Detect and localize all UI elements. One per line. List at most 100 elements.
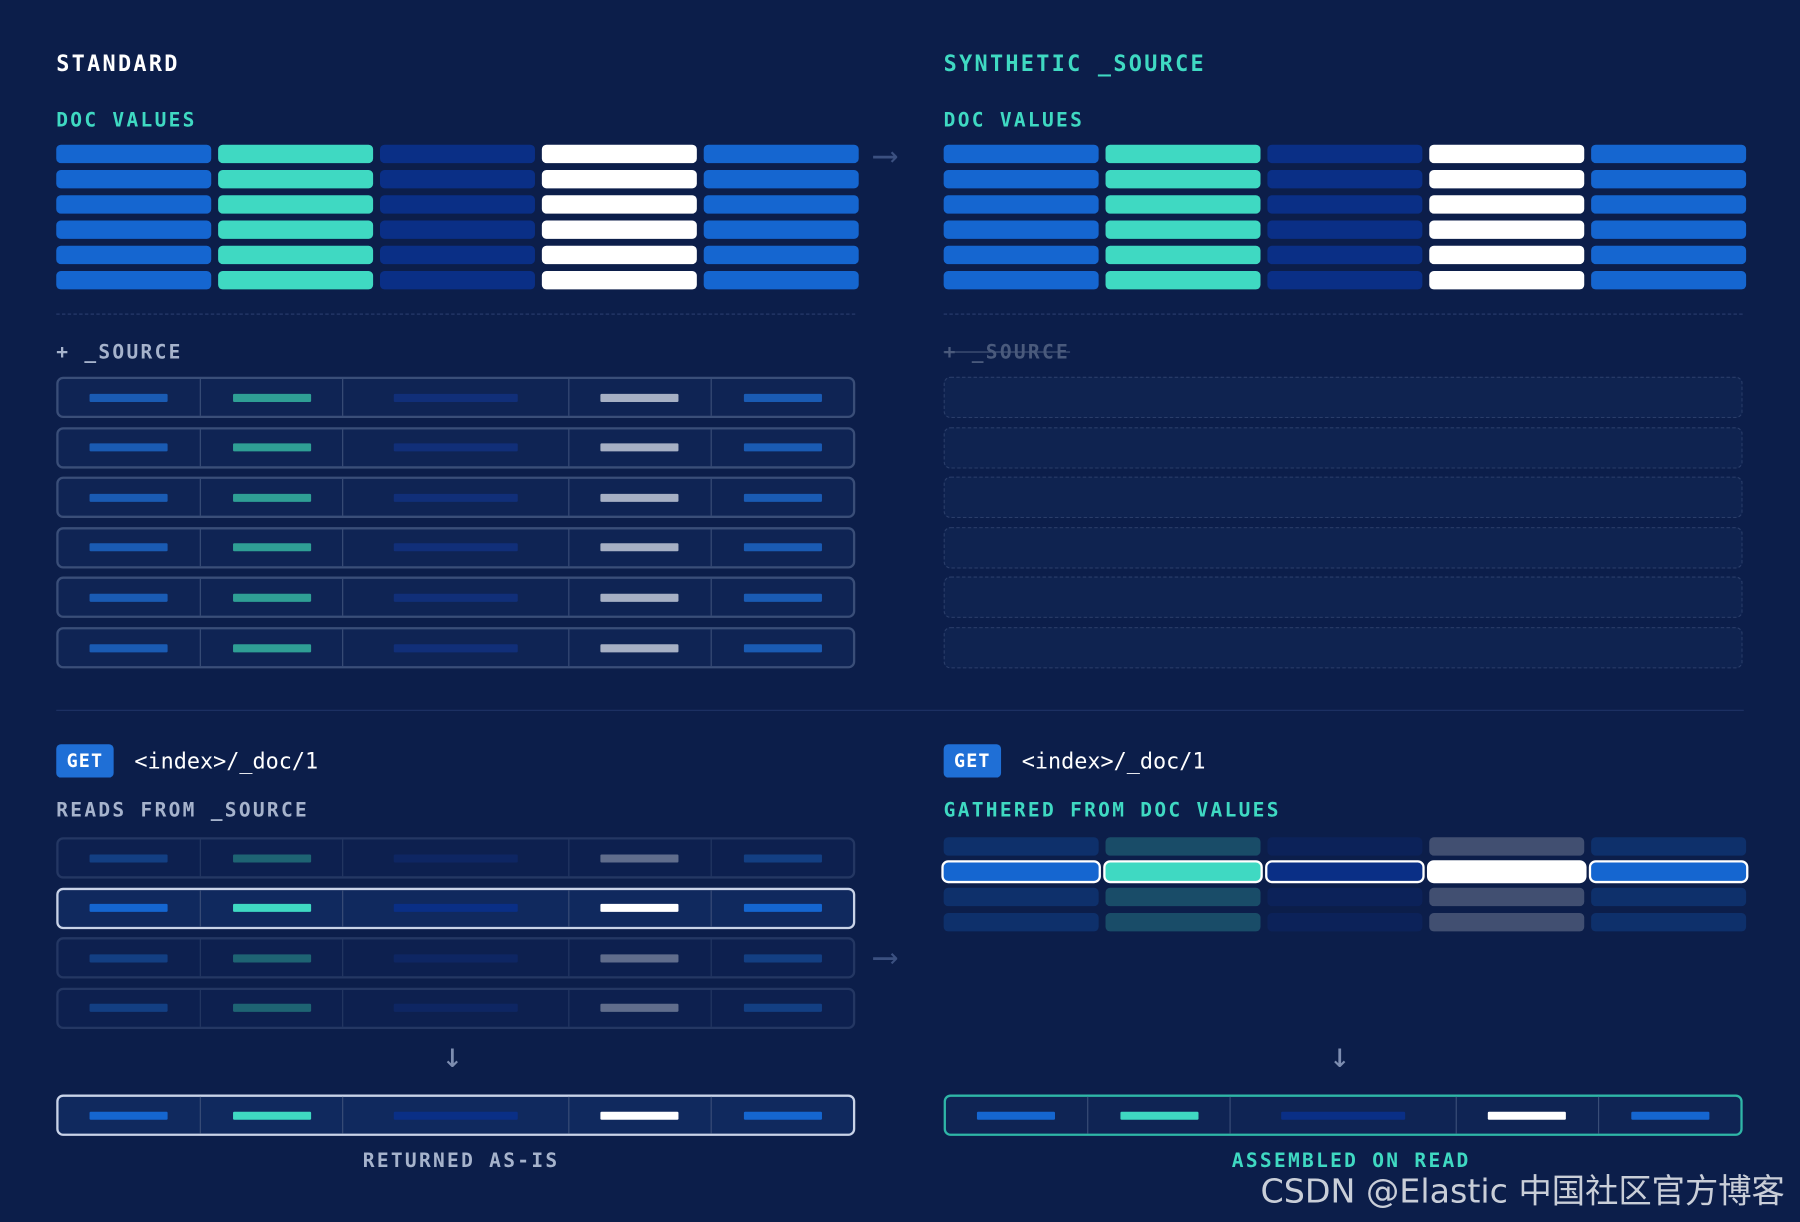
source-field-mark bbox=[89, 903, 169, 913]
source-field-cell bbox=[201, 379, 344, 416]
source-field-mark bbox=[393, 443, 518, 452]
source-field-mark bbox=[393, 543, 518, 552]
doc-value-bar bbox=[943, 195, 1099, 214]
doc-values-column bbox=[1591, 144, 1747, 290]
source-field-mark bbox=[232, 443, 311, 452]
source-field-cell bbox=[569, 939, 713, 977]
doc-value-bar bbox=[1105, 195, 1261, 214]
source-field-mark bbox=[743, 593, 822, 602]
source-field-cell bbox=[344, 379, 569, 416]
gathered-doc-values-column bbox=[941, 837, 1101, 932]
doc-value-bar bbox=[1267, 245, 1423, 265]
selected-doc-value bbox=[1103, 860, 1263, 884]
doc-value-bar bbox=[1105, 913, 1261, 932]
source-field-mark bbox=[600, 543, 679, 552]
source-field-cell bbox=[712, 379, 853, 416]
doc-value-bar bbox=[1105, 887, 1261, 907]
source-field-cell bbox=[569, 889, 713, 927]
source-field-mark bbox=[1119, 1111, 1199, 1120]
doc-value-bar bbox=[703, 144, 859, 164]
doc-value-bar bbox=[1429, 837, 1585, 856]
empty-source-slot bbox=[943, 526, 1743, 569]
source-field-cell bbox=[569, 579, 713, 617]
source-field-mark bbox=[1488, 1111, 1567, 1120]
source-field-cell bbox=[201, 529, 344, 566]
doc-value-bar bbox=[1105, 271, 1261, 290]
source-field-cell bbox=[344, 939, 569, 977]
doc-value-bar bbox=[943, 220, 1099, 239]
source-field-mark bbox=[1630, 1111, 1709, 1120]
gathered-doc-values-column bbox=[1588, 837, 1749, 932]
source-field-mark bbox=[743, 954, 822, 963]
left-get-badge: GET bbox=[56, 744, 114, 778]
source-field-cell bbox=[59, 529, 201, 566]
doc-value-bar bbox=[379, 245, 535, 265]
source-field-mark bbox=[232, 903, 311, 913]
doc-value-bar bbox=[541, 169, 697, 189]
source-field-cell bbox=[712, 890, 853, 927]
source-field-mark bbox=[232, 853, 311, 862]
down-arrow-icon-right: ↓ bbox=[1329, 1035, 1351, 1077]
source-field-cell bbox=[1456, 1096, 1600, 1134]
doc-value-bar bbox=[1105, 245, 1261, 265]
source-field-mark bbox=[743, 903, 822, 913]
doc-value-bar bbox=[541, 220, 697, 239]
reads-from-source-label: READS FROM _SOURCE bbox=[56, 799, 310, 823]
source-field-cell bbox=[569, 989, 713, 1027]
doc-value-bar bbox=[1429, 913, 1585, 932]
source-field-mark bbox=[232, 493, 311, 502]
right-get-path: <index>/_doc/1 bbox=[1021, 748, 1206, 775]
assembled-source-row bbox=[943, 1094, 1743, 1136]
source-field-cell bbox=[344, 579, 569, 617]
doc-values-column bbox=[1429, 144, 1585, 290]
source-field-mark bbox=[600, 443, 679, 452]
source-field-mark bbox=[600, 393, 679, 402]
doc-value-bar bbox=[943, 271, 1099, 290]
doc-value-bar bbox=[1105, 144, 1261, 164]
source-field-cell bbox=[344, 839, 569, 877]
source-field-cell bbox=[712, 1097, 853, 1134]
source-field-mark bbox=[600, 903, 679, 913]
right-divider bbox=[943, 313, 1743, 315]
source-field-cell bbox=[59, 1096, 201, 1134]
source-field-cell bbox=[569, 1096, 713, 1134]
source-field-cell bbox=[712, 579, 853, 616]
source-field-cell bbox=[712, 840, 853, 877]
source-field-mark bbox=[743, 643, 822, 652]
doc-value-bar bbox=[1267, 913, 1423, 932]
doc-value-bar bbox=[703, 220, 859, 239]
doc-value-bar bbox=[56, 169, 212, 189]
source-row bbox=[56, 526, 856, 569]
doc-value-bar bbox=[703, 169, 859, 189]
down-arrow-icon-left: ↓ bbox=[441, 1035, 463, 1077]
source-field-cell bbox=[1231, 1096, 1457, 1134]
source-field-mark bbox=[232, 954, 311, 963]
source-field-cell bbox=[569, 629, 713, 667]
gathered-doc-values-column bbox=[1103, 837, 1263, 932]
doc-values-column bbox=[56, 144, 212, 290]
right-doc-values-grid bbox=[943, 144, 1747, 290]
source-row bbox=[56, 376, 856, 419]
source-field-cell bbox=[712, 990, 853, 1027]
source-field-mark bbox=[89, 1111, 169, 1120]
source-field-mark bbox=[600, 1004, 679, 1013]
source-field-cell bbox=[569, 379, 713, 416]
gathered-doc-values-column bbox=[1265, 837, 1425, 932]
standard-title: STANDARD bbox=[56, 51, 180, 77]
doc-value-bar bbox=[1429, 887, 1585, 907]
source-field-mark bbox=[89, 853, 169, 862]
doc-value-bar bbox=[703, 195, 859, 214]
source-field-cell bbox=[59, 429, 201, 466]
source-field-cell bbox=[569, 839, 713, 877]
source-field-mark bbox=[89, 393, 169, 402]
doc-value-bar bbox=[1429, 195, 1585, 214]
empty-source-slot bbox=[943, 627, 1743, 669]
source-field-mark bbox=[232, 1004, 311, 1013]
source-field-cell bbox=[59, 479, 201, 516]
source-field-cell bbox=[344, 429, 569, 466]
empty-source-slot bbox=[943, 376, 1743, 419]
source-field-cell bbox=[59, 989, 201, 1027]
source-row bbox=[56, 476, 856, 519]
source-field-mark bbox=[89, 954, 169, 963]
doc-value-bar bbox=[218, 220, 374, 239]
